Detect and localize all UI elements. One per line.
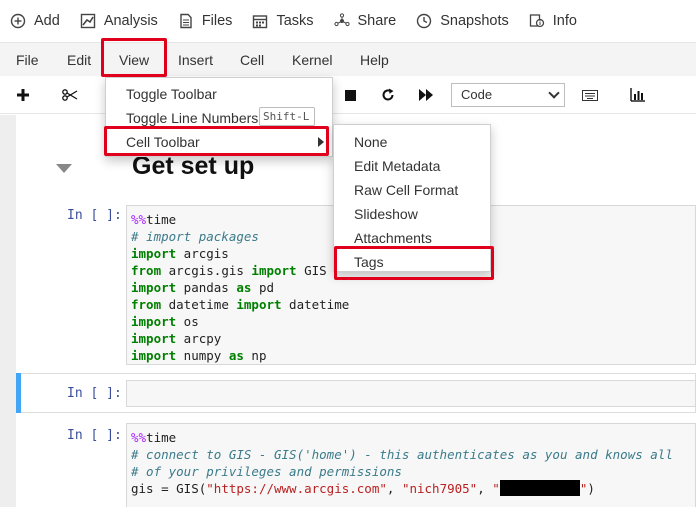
plus-circle-icon — [10, 13, 26, 29]
code-line: gis = GIS("https://www.arcgis.com", "nic… — [131, 480, 595, 496]
submenu-item-attachments[interactable]: Attachments — [334, 226, 432, 250]
add-button[interactable]: Add — [10, 0, 60, 42]
code-line: from datetime import datetime — [131, 297, 350, 312]
submenu-item-tags[interactable]: Tags — [334, 250, 384, 274]
code-line: import os — [131, 314, 199, 329]
cell-prompt: In [ ]: — [67, 428, 122, 443]
code-cell[interactable]: %%time # connect to GIS - GIS('home') - … — [126, 423, 696, 507]
code-line: import arcgis — [131, 246, 229, 261]
menu-item-toggle-line-numbers[interactable]: Toggle Line Numbers — [106, 106, 258, 130]
menu-file[interactable]: File — [16, 43, 39, 77]
submenu-item-edit-metadata[interactable]: Edit Metadata — [334, 154, 440, 178]
collapse-heading-icon[interactable] — [56, 164, 72, 173]
code-line: %%time — [131, 430, 177, 445]
snapshots-label: Snapshots — [440, 13, 509, 29]
shortcut-badge: Shift-L — [259, 107, 315, 126]
submenu-item-none[interactable]: None — [334, 130, 387, 154]
empty-code-cell[interactable] — [126, 380, 696, 407]
code-line: import numpy as np — [131, 348, 267, 363]
submenu-item-slideshow[interactable]: Slideshow — [334, 202, 418, 226]
tasks-label: Tasks — [276, 13, 314, 29]
menu-item-cell-toolbar[interactable]: Cell Toolbar — [106, 130, 200, 154]
analysis-label: Analysis — [103, 13, 158, 29]
cell-prompt: In [ ]: — [67, 208, 122, 223]
menu-item-toggle-toolbar[interactable]: Toggle Toolbar — [106, 82, 217, 106]
analysis-button[interactable]: Analysis — [80, 0, 158, 42]
share-button[interactable]: Share — [333, 0, 397, 42]
share-icon — [333, 13, 350, 29]
menu-bar: File Edit View Insert Cell Kernel Help — [0, 42, 696, 76]
run-all-icon[interactable] — [416, 84, 436, 106]
share-label: Share — [357, 13, 397, 29]
code-line: import pandas as pd — [131, 280, 275, 295]
code-line: from arcgis.gis import GIS — [131, 263, 327, 278]
code-line: # import packages — [131, 229, 259, 244]
tasks-button[interactable]: Tasks — [252, 0, 314, 42]
stop-icon[interactable] — [342, 84, 358, 106]
submenu-arrow-icon — [318, 137, 324, 147]
cell-prompt: In [ ]: — [67, 386, 122, 401]
snapshots-button[interactable]: Snapshots — [416, 0, 509, 42]
app-bar: Add Analysis Files Tasks Share Snapshots — [0, 0, 696, 42]
menu-insert[interactable]: Insert — [178, 43, 213, 77]
keyboard-icon[interactable] — [580, 84, 600, 106]
clock-icon — [416, 13, 432, 29]
chevron-down-icon — [548, 87, 560, 99]
menu-help[interactable]: Help — [360, 43, 389, 77]
cell-toolbar-submenu: None Edit Metadata Raw Cell Format Slide… — [333, 124, 491, 272]
chart-icon[interactable] — [628, 84, 648, 106]
submenu-item-raw-cell-format[interactable]: Raw Cell Format — [334, 178, 458, 202]
cell-type-select[interactable]: Code — [451, 83, 565, 107]
info-label: Info — [552, 13, 577, 29]
redacted-password — [499, 480, 580, 496]
code-line: import arcpy — [131, 331, 222, 346]
files-button[interactable]: Files — [178, 0, 233, 42]
cut-icon[interactable] — [60, 84, 80, 106]
info-button[interactable]: Info — [529, 0, 577, 42]
menu-kernel[interactable]: Kernel — [292, 43, 332, 77]
add-label: Add — [34, 13, 60, 29]
add-cell-icon[interactable] — [14, 84, 32, 106]
code-editor[interactable]: %%time # connect to GIS - GIS('home') - … — [127, 424, 695, 497]
restart-icon[interactable] — [379, 84, 397, 106]
code-line: %%time — [131, 212, 177, 227]
info-icon — [529, 13, 545, 29]
code-line: # of your privileges and permissions — [131, 464, 402, 479]
code-line: # connect to GIS - GIS('home') - this au… — [131, 447, 673, 462]
chart-icon — [80, 13, 96, 29]
selected-cell-indicator — [16, 373, 21, 413]
files-label: Files — [201, 13, 233, 29]
calendar-icon — [252, 13, 268, 29]
cell-type-value: Code — [461, 87, 493, 102]
menu-cell[interactable]: Cell — [240, 43, 264, 77]
menu-view[interactable]: View — [119, 43, 149, 77]
document-icon — [178, 13, 194, 29]
menu-edit[interactable]: Edit — [67, 43, 91, 77]
